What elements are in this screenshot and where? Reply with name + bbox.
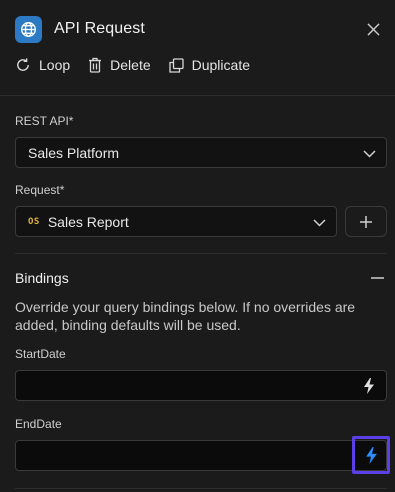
chevron-down-icon <box>313 214 326 230</box>
panel-header: API Request Loop Delete Duplicate <box>0 0 395 96</box>
enddate-input[interactable] <box>16 441 346 470</box>
close-icon <box>366 22 380 36</box>
delete-button[interactable]: Delete <box>88 57 151 73</box>
startdate-input[interactable] <box>16 371 346 400</box>
enddate-field <box>15 436 390 474</box>
api-request-panel: API Request Loop Delete Duplicate REST A… <box>0 0 395 492</box>
enddate-label: EndDate <box>15 417 62 431</box>
close-button[interactable] <box>362 18 384 40</box>
section-divider <box>15 253 387 254</box>
rest-api-value: Sales Platform <box>28 144 120 161</box>
delete-label: Delete <box>110 57 151 73</box>
request-label: Request* <box>15 183 65 197</box>
loop-label: Loop <box>39 57 71 73</box>
bindings-title: Bindings <box>15 270 69 286</box>
request-select[interactable]: OS Sales Report <box>15 206 337 237</box>
globe-icon <box>15 16 42 43</box>
bind-startdate-button[interactable] <box>358 375 380 397</box>
bindings-description: Override your query bindings below. If n… <box>15 299 356 333</box>
rest-api-label: REST API* <box>15 114 74 128</box>
collapse-bindings-button[interactable] <box>369 270 385 286</box>
action-bar: Loop Delete Duplicate <box>15 57 268 73</box>
duplicate-button[interactable]: Duplicate <box>168 57 250 73</box>
startdate-label: StartDate <box>15 347 66 361</box>
minus-icon <box>370 277 384 279</box>
lightning-icon <box>364 378 374 394</box>
trash-icon <box>88 57 102 73</box>
rest-api-select[interactable]: Sales Platform <box>15 137 387 168</box>
panel-title: API Request <box>54 20 145 37</box>
plus-icon <box>360 215 372 228</box>
bind-enddate-button[interactable] <box>352 436 390 474</box>
request-type-badge: OS <box>28 216 40 227</box>
loop-button[interactable]: Loop <box>15 57 70 73</box>
request-value: Sales Report <box>47 213 129 230</box>
startdate-field <box>15 370 387 401</box>
duplicate-label: Duplicate <box>191 57 250 73</box>
loop-icon <box>15 57 31 73</box>
request-value-wrap: OS Sales Report <box>28 214 313 230</box>
chevron-down-icon <box>363 145 376 161</box>
lightning-icon <box>365 446 377 464</box>
duplicate-icon <box>168 57 184 73</box>
bottom-divider <box>15 488 387 489</box>
add-request-button[interactable] <box>345 206 387 237</box>
